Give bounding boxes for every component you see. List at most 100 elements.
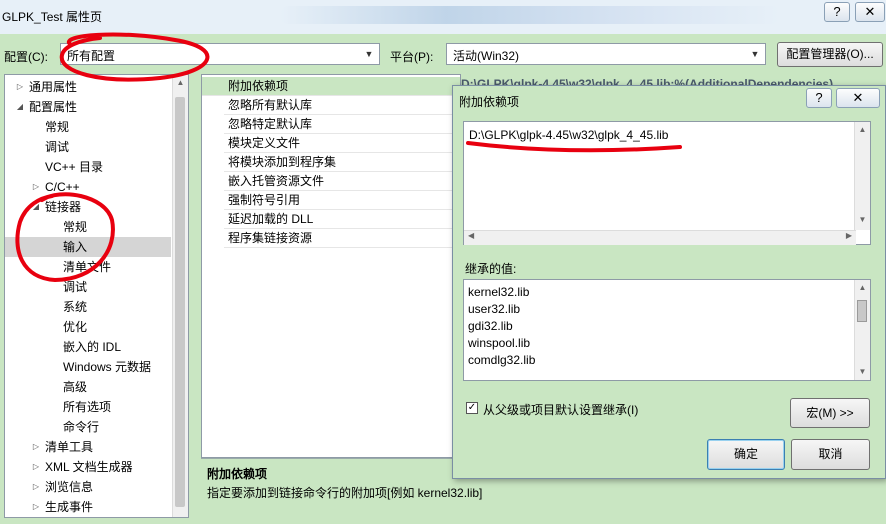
tree-scrollbar[interactable]: ▲ xyxy=(172,75,188,517)
collapsed-arrow-icon[interactable]: ▷ xyxy=(31,457,41,477)
dialog-close-button[interactable]: ✕ xyxy=(836,88,880,108)
property-row[interactable]: 嵌入托管资源文件 xyxy=(224,172,456,191)
dependencies-edit-box[interactable]: D:\GLPK\glpk-4.45\w32\glpk_4_45.lib ▲ ▼ … xyxy=(463,121,871,245)
scroll-up-icon[interactable]: ▲ xyxy=(173,75,188,91)
collapsed-arrow-icon[interactable]: ▷ xyxy=(31,477,41,497)
tree-item-label: 高级 xyxy=(63,380,88,394)
inherit-checkbox[interactable]: ✓ xyxy=(466,402,478,414)
dependencies-value: D:\GLPK\glpk-4.45\w32\glpk_4_45.lib xyxy=(469,128,669,142)
tree-item-label: 嵌入的 IDL xyxy=(63,340,122,354)
tree-item[interactable]: 清单文件 xyxy=(5,257,171,277)
tree-item-label: 所有选项 xyxy=(63,400,112,414)
tree-item[interactable]: 优化 xyxy=(5,317,171,337)
tree-item-label: Windows 元数据 xyxy=(63,360,152,374)
tree-item[interactable]: Windows 元数据 xyxy=(5,357,171,377)
ok-button[interactable]: 确定 xyxy=(707,439,785,470)
tree-item[interactable]: 常规 xyxy=(5,117,171,137)
list-item: kernel32.lib xyxy=(468,285,530,299)
property-row[interactable]: 延迟加载的 DLL xyxy=(224,210,456,229)
tree-item[interactable]: ▷ XML 文档生成器 xyxy=(5,457,171,477)
property-name: 忽略特定默认库 xyxy=(228,117,313,131)
platform-combo[interactable]: 活动(Win32) ▼ xyxy=(446,43,766,65)
tree-item-label: XML 文档生成器 xyxy=(45,460,133,474)
property-name: 强制符号引用 xyxy=(228,193,301,207)
tree-item[interactable]: ▷ 清单工具 xyxy=(5,437,171,457)
dialog-title: 附加依赖项 xyxy=(459,95,520,109)
tree-item-label: 配置属性 xyxy=(29,100,78,114)
tree-item[interactable]: 输入 xyxy=(5,237,171,257)
property-row[interactable]: 忽略特定默认库 xyxy=(224,115,456,134)
collapsed-arrow-icon[interactable]: ▷ xyxy=(31,497,41,517)
chevron-down-icon: ▼ xyxy=(364,49,374,59)
tree-item[interactable]: 命令行 xyxy=(5,417,171,437)
tree-panel: ▷ 通用属性 ◢ 配置属性 常规 调试 VC++ 目录 ▷ C/C++ ◢ 链接器 常规 输入 清单文件调… xyxy=(4,74,189,518)
tree-item[interactable]: 调试 xyxy=(5,277,171,297)
tree-item[interactable]: 常规 xyxy=(5,217,171,237)
tree-item-label: 清单工具 xyxy=(45,440,94,454)
tree-item[interactable]: 系统 xyxy=(5,297,171,317)
expanded-arrow-icon[interactable]: ◢ xyxy=(15,97,25,117)
description-title: 附加依赖项 xyxy=(207,467,268,481)
tree-item-label: 输入 xyxy=(63,240,88,254)
config-combo[interactable]: 所有配置 ▼ xyxy=(60,43,380,65)
property-name: 嵌入托管资源文件 xyxy=(228,174,325,188)
inherited-scrollbar[interactable]: ▲ ▼ xyxy=(854,280,870,380)
inherit-checkbox-label: 从父级或项目默认设置继承(I) xyxy=(483,403,639,417)
tree-item[interactable]: ▷ 生成事件 xyxy=(5,497,171,517)
tree-item[interactable]: VC++ 目录 xyxy=(5,157,171,177)
tree-item[interactable]: 调试 xyxy=(5,137,171,157)
property-row[interactable]: 模块定义文件 xyxy=(224,134,456,153)
list-item: user32.lib xyxy=(468,302,521,316)
cancel-button[interactable]: 取消 xyxy=(791,439,870,470)
property-row[interactable]: 附加依赖项 xyxy=(202,77,460,96)
edit-vscroll[interactable]: ▲ ▼ xyxy=(854,122,870,230)
config-label: 配置(C): xyxy=(4,50,48,64)
inherited-label: 继承的值: xyxy=(465,262,517,276)
tree-item-label: 生成事件 xyxy=(45,500,94,514)
tree-item[interactable]: 高级 xyxy=(5,377,171,397)
tree-item-label: 调试 xyxy=(63,280,88,294)
expanded-arrow-icon[interactable]: ◢ xyxy=(31,197,41,217)
tree-item-label: 浏览信息 xyxy=(45,480,94,494)
help-button[interactable]: ? xyxy=(824,2,850,22)
collapsed-arrow-icon[interactable]: ▷ xyxy=(31,177,41,197)
tree-item-label: 命令行 xyxy=(63,420,100,434)
scroll-right-icon[interactable]: ▶ xyxy=(846,231,852,240)
scroll-left-icon[interactable]: ◀ xyxy=(468,231,474,240)
property-name: 模块定义文件 xyxy=(228,136,301,150)
scroll-down-icon[interactable]: ▼ xyxy=(855,212,870,228)
property-name: 延迟加载的 DLL xyxy=(228,212,314,226)
close-button[interactable]: ✕ xyxy=(855,2,885,22)
macro-button[interactable]: 宏(M) >> xyxy=(790,398,870,428)
edit-hscroll[interactable]: ◀ ▶ xyxy=(464,230,856,245)
tree-item[interactable]: ◢ 配置属性 xyxy=(5,97,171,117)
property-row[interactable]: 强制符号引用 xyxy=(224,191,456,210)
tree-item-label: 系统 xyxy=(63,300,88,314)
collapsed-arrow-icon[interactable]: ▷ xyxy=(31,437,41,457)
scroll-thumb[interactable] xyxy=(175,97,185,507)
config-manager-button[interactable]: 配置管理器(O)... xyxy=(777,42,883,67)
tree-item-label: 清单文件 xyxy=(63,260,112,274)
tree-item-label: C/C++ xyxy=(45,180,80,194)
property-row[interactable]: 忽略所有默认库 xyxy=(224,96,456,115)
tree-item[interactable]: ▷ 浏览信息 xyxy=(5,477,171,497)
inherited-values-list: kernel32.lib user32.lib gdi32.lib winspool.… xyxy=(463,279,871,381)
tree-item[interactable]: ▷ C/C++ xyxy=(5,177,171,197)
platform-label: 平台(P): xyxy=(390,50,434,64)
tree-item[interactable]: ◢ 链接器 xyxy=(5,197,171,217)
additional-dependencies-dialog: 附加依赖项 ? ✕ D:\GLPK\glpk-4.45\w32\glpk_4_4… xyxy=(452,85,886,479)
property-row[interactable]: 将模块添加到程序集 xyxy=(224,153,456,172)
tree-item[interactable]: 所有选项 xyxy=(5,397,171,417)
tree-item-label: 调试 xyxy=(45,140,70,154)
collapsed-arrow-icon[interactable]: ▷ xyxy=(15,77,25,97)
tree-item[interactable]: 嵌入的 IDL xyxy=(5,337,171,357)
scroll-thumb[interactable] xyxy=(857,300,867,322)
scroll-up-icon[interactable]: ▲ xyxy=(855,122,870,138)
tree-item[interactable]: ▷ 通用属性 xyxy=(5,77,171,97)
property-row[interactable]: 程序集链接资源 xyxy=(224,229,456,248)
dialog-help-button[interactable]: ? xyxy=(806,88,832,108)
scroll-up-icon[interactable]: ▲ xyxy=(855,280,870,296)
blurred-area xyxy=(280,6,780,24)
scroll-down-icon[interactable]: ▼ xyxy=(855,364,870,380)
property-name: 附加依赖项 xyxy=(228,79,289,93)
